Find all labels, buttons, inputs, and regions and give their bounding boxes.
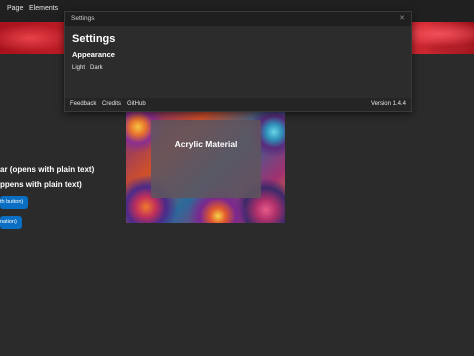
menu-item-page[interactable]: Page [7,5,23,12]
acrylic-title: Acrylic Material [174,139,238,149]
footer-link-credits[interactable]: Credits [102,101,121,107]
acrylic-material-demo: Acrylic Material [126,112,285,223]
close-icon[interactable]: ✕ [397,14,407,24]
menu-item-elements[interactable]: Elements [29,5,58,12]
theme-option-light[interactable]: Light [72,65,85,71]
background-button-2[interactable]: nation) [0,216,22,229]
background-text-line-2: ppens with plain text) [0,180,82,189]
settings-window: Settings ✕ Settings Appearance Light Dar… [64,11,412,112]
appearance-section-label: Appearance [72,50,115,59]
footer-link-github[interactable]: GitHub [127,101,146,107]
footer-link-feedback[interactable]: Feedback [70,101,96,107]
background-text-line-1: ar (opens with plain text) [0,165,95,174]
settings-window-title: Settings [71,15,95,22]
settings-titlebar[interactable]: Settings ✕ [65,12,411,26]
background-button-1[interactable]: th button) [0,196,29,209]
settings-footer: Feedback Credits GitHub Version 1.4.4 [65,98,411,111]
theme-option-dark[interactable]: Dark [90,65,103,71]
settings-heading: Settings [72,33,116,45]
acrylic-panel [151,120,261,198]
version-label: Version 1.4.4 [370,101,406,107]
